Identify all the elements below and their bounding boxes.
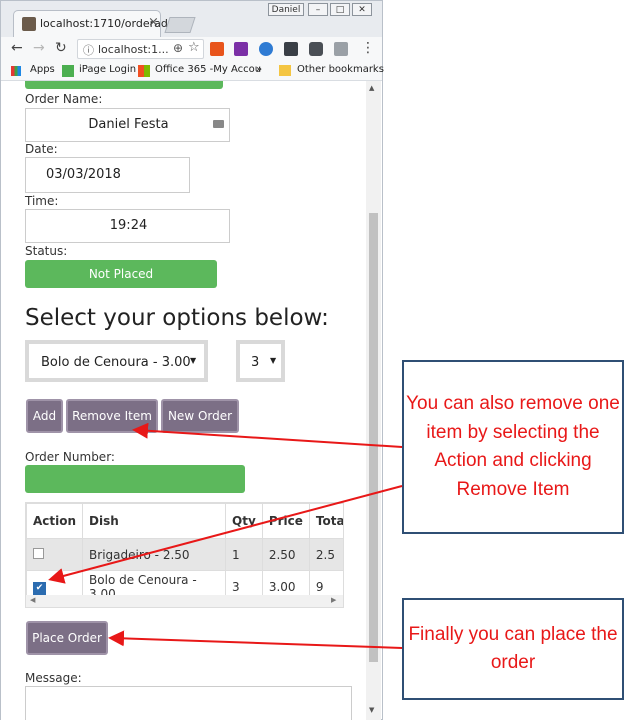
- arrow-to-checkbox: [48, 485, 403, 584]
- arrow-to-remove-button: [132, 422, 403, 448]
- annotation-arrows: [48, 422, 403, 649]
- arrow-to-place-order: [108, 630, 403, 649]
